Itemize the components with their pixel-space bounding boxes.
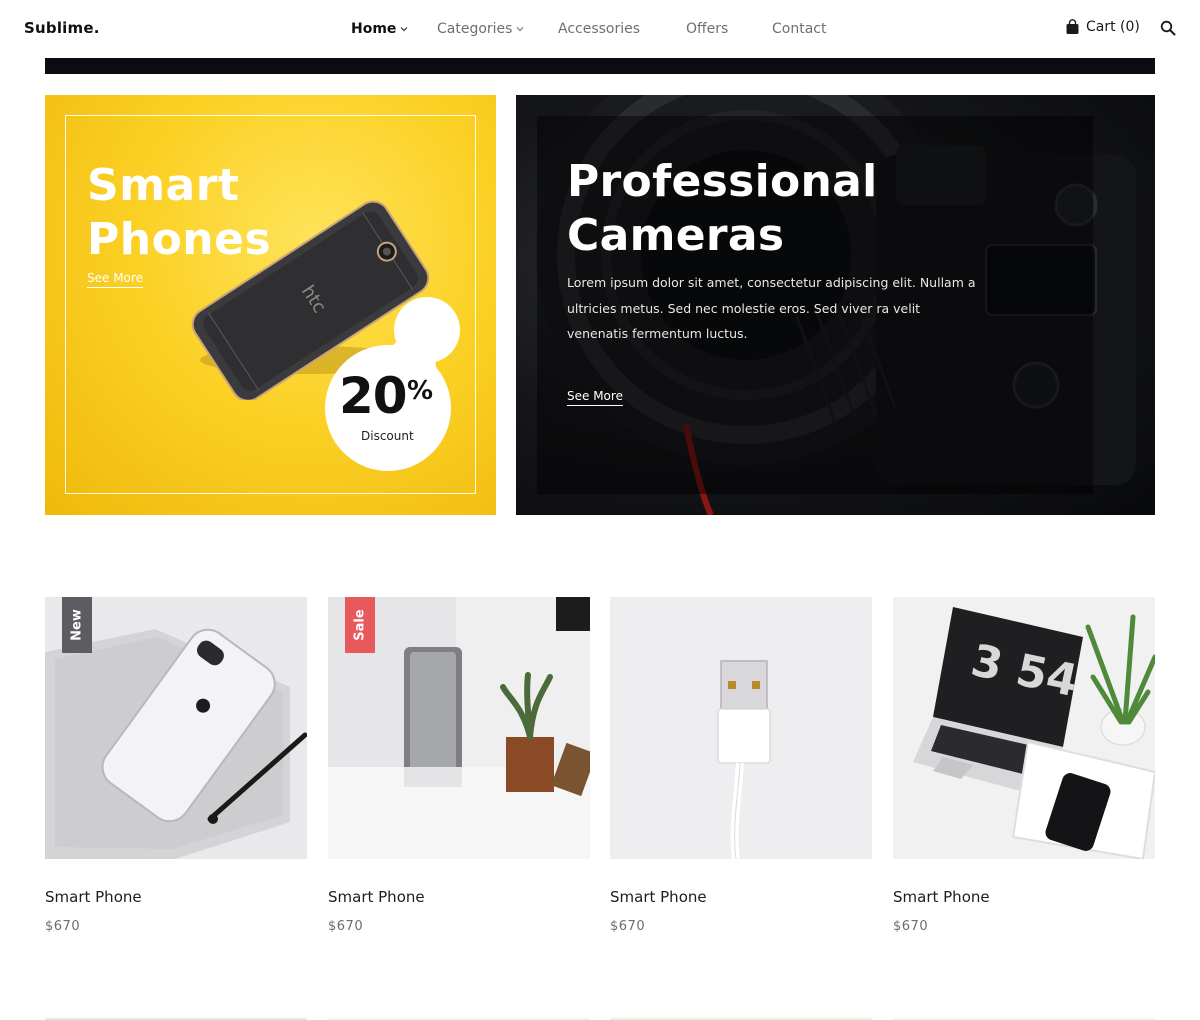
product-price: $670: [610, 919, 646, 934]
banner-title-line: Phones: [87, 214, 272, 265]
chevron-down-icon: [400, 27, 408, 32]
site-logo[interactable]: Sublime.: [24, 19, 100, 37]
product-card[interactable]: Sale Smart Phone $670: [328, 597, 590, 934]
product-image[interactable]: New: [45, 597, 307, 859]
usb-cable-image: [717, 660, 771, 859]
nav-item-offers[interactable]: Offers: [686, 21, 728, 37]
product-name[interactable]: Smart Phone: [610, 888, 707, 906]
banner-description: Lorem ipsum dolor sit amet, consectetur …: [567, 275, 976, 341]
banner-title-line: Professional: [567, 156, 878, 207]
nav-item-label: Contact: [772, 21, 827, 37]
banner-title-line: Smart: [87, 160, 240, 211]
banner-title-line: Cameras: [567, 210, 785, 261]
slider-strip: [45, 58, 1155, 74]
nav-item-label: Home: [351, 21, 397, 37]
cart-button[interactable]: Cart (0): [1065, 19, 1140, 35]
product-name[interactable]: Smart Phone: [45, 888, 142, 906]
nav-item-categories[interactable]: Categories: [437, 21, 525, 37]
new-badge: New: [62, 597, 92, 653]
see-more-link[interactable]: See More: [567, 389, 623, 406]
sale-badge: Sale: [345, 597, 375, 653]
chevron-down-icon: [517, 27, 524, 32]
discount-percent: %: [407, 376, 434, 406]
product-card[interactable]: Smart Phone $670: [610, 597, 872, 934]
search-button[interactable]: [1160, 20, 1176, 40]
product-name[interactable]: Smart Phone: [328, 888, 425, 906]
discount-value: 20: [339, 367, 408, 425]
product-card[interactable]: 3 54 Smart Phone $670: [893, 597, 1155, 934]
search-icon: [1160, 20, 1176, 36]
nav-item-contact[interactable]: Contact: [772, 21, 826, 37]
product-image[interactable]: 3 54: [893, 597, 1155, 859]
product-image[interactable]: [610, 597, 872, 859]
banner-title: Smart Phones: [87, 159, 271, 267]
site-header: Sublime. Home Categories Accessories Off…: [0, 0, 1200, 58]
discount-label: Discount: [361, 429, 414, 443]
nav-item-label: Categories: [437, 21, 513, 37]
product-name[interactable]: Smart Phone: [893, 888, 990, 906]
product-price: $670: [893, 919, 929, 934]
nav-item-home[interactable]: Home: [351, 21, 409, 37]
product-price: $670: [328, 919, 364, 934]
shopping-bag-icon: [1066, 19, 1079, 34]
product-price: $670: [45, 919, 81, 934]
nav-item-label: Offers: [686, 21, 729, 37]
product-image[interactable]: Sale: [328, 597, 590, 859]
banner-title: Professional Cameras: [567, 155, 878, 263]
product-card[interactable]: New Smart Phone $670: [45, 597, 307, 934]
nav-item-label: Accessories: [558, 21, 641, 37]
cart-label: Cart (0): [1086, 19, 1140, 35]
professional-cameras-banner[interactable]: Professional Cameras Lorem ipsum dolor s…: [516, 95, 1155, 515]
laptop-image: 3 54: [913, 607, 1155, 859]
nav-item-accessories[interactable]: Accessories: [558, 21, 640, 37]
smart-phones-banner[interactable]: htc Smart Phones See More 20 % Discount: [45, 95, 496, 515]
see-more-link[interactable]: See More: [87, 271, 143, 288]
